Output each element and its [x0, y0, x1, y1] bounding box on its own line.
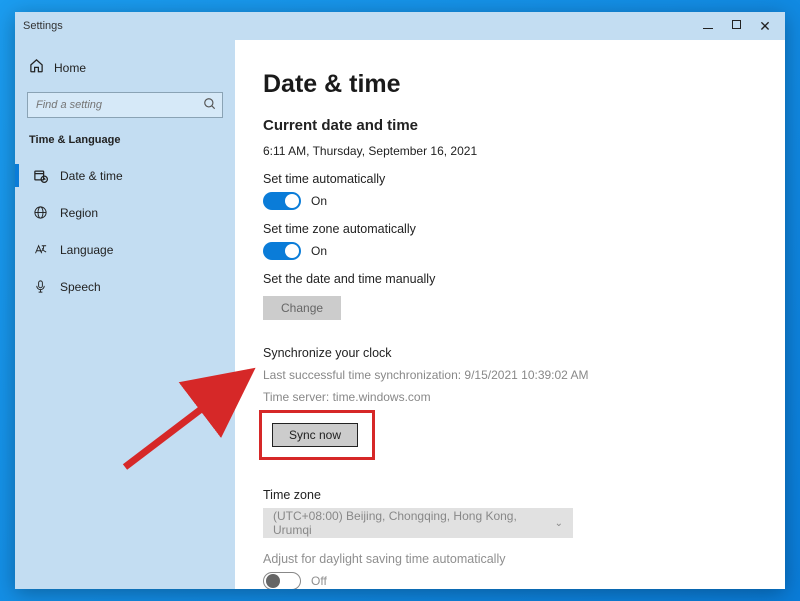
category-label: Time & Language: [23, 134, 227, 160]
sync-highlight-box: Sync now: [259, 410, 375, 460]
sync-server: Time server: time.windows.com: [263, 388, 757, 406]
search-input[interactable]: [27, 92, 223, 118]
maximize-button[interactable]: [732, 20, 741, 29]
home-label: Home: [54, 61, 86, 75]
change-button: Change: [263, 296, 341, 320]
language-icon: [33, 242, 48, 257]
sync-now-button[interactable]: Sync now: [272, 423, 358, 447]
tz-dropdown: (UTC+08:00) Beijing, Chongqing, Hong Kon…: [263, 508, 573, 538]
auto-time-state: On: [311, 194, 327, 208]
auto-time-toggle[interactable]: [263, 192, 301, 210]
auto-tz-toggle[interactable]: [263, 242, 301, 260]
content: Date & time Current date and time 6:11 A…: [235, 40, 785, 589]
tz-label: Time zone: [263, 488, 757, 502]
auto-tz-label: Set time zone automatically: [263, 222, 757, 236]
sync-heading: Synchronize your clock: [263, 346, 757, 360]
window-title: Settings: [23, 20, 63, 32]
window-controls: ✕: [702, 20, 777, 32]
settings-window: Settings ✕ Home Time & Language: [15, 12, 785, 589]
minimize-button[interactable]: [702, 20, 714, 32]
page-title: Date & time: [263, 70, 757, 99]
sidebar-item-label: Region: [60, 206, 98, 220]
sidebar-item-label: Date & time: [60, 169, 123, 183]
chevron-down-icon: ⌄: [555, 518, 563, 529]
dst-toggle-row: Off: [263, 572, 757, 589]
dst-toggle: [263, 572, 301, 589]
auto-time-toggle-row: On: [263, 192, 757, 210]
sidebar-item-speech[interactable]: Speech: [23, 271, 227, 302]
dst-label: Adjust for daylight saving time automati…: [263, 552, 757, 566]
search-icon: [203, 97, 217, 116]
sidebar: Home Time & Language Date & time Reg: [15, 40, 235, 589]
manual-label: Set the date and time manually: [263, 272, 757, 286]
tz-value: (UTC+08:00) Beijing, Chongqing, Hong Kon…: [273, 509, 555, 537]
titlebar: Settings ✕: [15, 12, 785, 40]
current-datetime: 6:11 AM, Thursday, September 16, 2021: [263, 144, 757, 158]
sidebar-item-date-time[interactable]: Date & time: [23, 160, 227, 191]
home-nav[interactable]: Home: [23, 52, 227, 92]
sidebar-item-label: Speech: [60, 280, 101, 294]
auto-time-label: Set time automatically: [263, 172, 757, 186]
auto-tz-toggle-row: On: [263, 242, 757, 260]
close-button[interactable]: ✕: [759, 20, 771, 32]
dst-state: Off: [311, 574, 327, 588]
sidebar-item-region[interactable]: Region: [23, 197, 227, 228]
home-icon: [29, 58, 44, 78]
sync-last: Last successful time synchronization: 9/…: [263, 366, 757, 384]
sidebar-item-label: Language: [60, 243, 113, 257]
search-wrap: [27, 92, 223, 118]
globe-icon: [33, 205, 48, 220]
body: Home Time & Language Date & time Reg: [15, 40, 785, 589]
microphone-icon: [33, 279, 48, 294]
calendar-clock-icon: [33, 168, 48, 183]
auto-tz-state: On: [311, 244, 327, 258]
sidebar-item-language[interactable]: Language: [23, 234, 227, 265]
current-heading: Current date and time: [263, 117, 757, 134]
